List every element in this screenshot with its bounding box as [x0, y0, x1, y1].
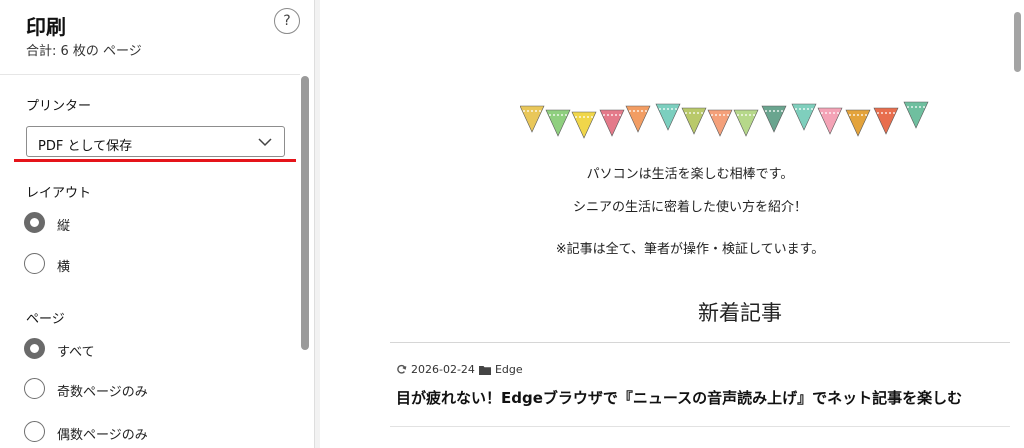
chevron-down-icon [258, 138, 272, 147]
refresh-icon [397, 364, 407, 374]
bunting-flag [845, 109, 871, 137]
pages-option-label: 偶数ページのみ [57, 428, 148, 443]
radio-button-checked[interactable] [24, 212, 45, 233]
highlight-underline [14, 159, 296, 162]
pages-option-label: 奇数ページのみ [57, 385, 148, 400]
layout-option-label: 縦 [57, 219, 71, 234]
dialog-title: 印刷 [26, 15, 66, 39]
heading-divider [390, 342, 1010, 343]
layout-label: レイアウト [26, 186, 92, 201]
preview-scrollbar-thumb[interactable] [1014, 12, 1021, 72]
bunting-flag [545, 109, 571, 137]
pages-label: ページ [26, 312, 65, 327]
radio-button[interactable] [24, 421, 45, 442]
pages-option-all[interactable]: すべて [24, 338, 284, 360]
layout-option-label: 横 [57, 260, 71, 275]
site-tagline-2: シニアの生活に密着した使い方を紹介！ [572, 200, 807, 215]
site-tagline-3: ※記事は全て、筆者が操作・検証しています。 [555, 242, 825, 257]
print-settings-panel: 印刷 合計: 6 枚の ページ ? プリンター PDF として保存 レイアウト … [0, 0, 314, 448]
pages-option-even[interactable]: 偶数ページのみ [24, 421, 284, 443]
radio-button[interactable] [24, 253, 45, 274]
layout-option-portrait[interactable]: 縦 [24, 212, 284, 234]
bunting-flag [873, 107, 899, 135]
pages-option-label: すべて [57, 345, 95, 360]
post-meta: 2026-02-24 Edge [396, 363, 523, 376]
page-count-summary: 合計: 6 枚の ページ [26, 44, 142, 59]
pages-option-odd[interactable]: 奇数ページのみ [24, 378, 284, 400]
bunting-flag [520, 105, 545, 133]
post-title-link[interactable]: 目が疲れない！Edgeブラウザで『ニュースの音声読み上げ』でネット記事を楽しむ [396, 387, 1018, 408]
bunting-flag [791, 103, 817, 131]
print-preview [320, 0, 1024, 448]
printer-label: プリンター [26, 99, 92, 114]
site-tagline-1: パソコンは生活を楽しむ相棒です。 [586, 167, 794, 182]
bunting-flag [733, 109, 759, 137]
post-date: 2026-02-24 [411, 363, 475, 376]
bunting-flag [599, 109, 625, 137]
bunting-flag [761, 105, 787, 133]
bunting-flag [817, 107, 843, 135]
bunting-flag [625, 105, 651, 133]
radio-button-checked[interactable] [24, 338, 45, 359]
bunting-flag [903, 101, 929, 129]
printer-select[interactable]: PDF として保存 [26, 126, 285, 157]
layout-option-landscape[interactable]: 横 [24, 253, 284, 275]
settings-scrollbar-thumb[interactable] [301, 76, 309, 350]
bunting-flag [571, 111, 597, 139]
post-category[interactable]: Edge [495, 363, 523, 376]
post-divider [390, 426, 1010, 427]
folder-icon [478, 365, 491, 375]
bunting-flag [655, 103, 681, 131]
bunting-garland-icon [520, 101, 929, 139]
printer-selected-value: PDF として保存 [38, 139, 133, 154]
section-heading: 新着記事 [698, 301, 782, 325]
header-divider [0, 74, 300, 75]
radio-button[interactable] [24, 378, 45, 399]
bunting-flag [681, 107, 707, 135]
bunting-flag [707, 109, 733, 137]
help-button[interactable]: ? [274, 8, 300, 34]
